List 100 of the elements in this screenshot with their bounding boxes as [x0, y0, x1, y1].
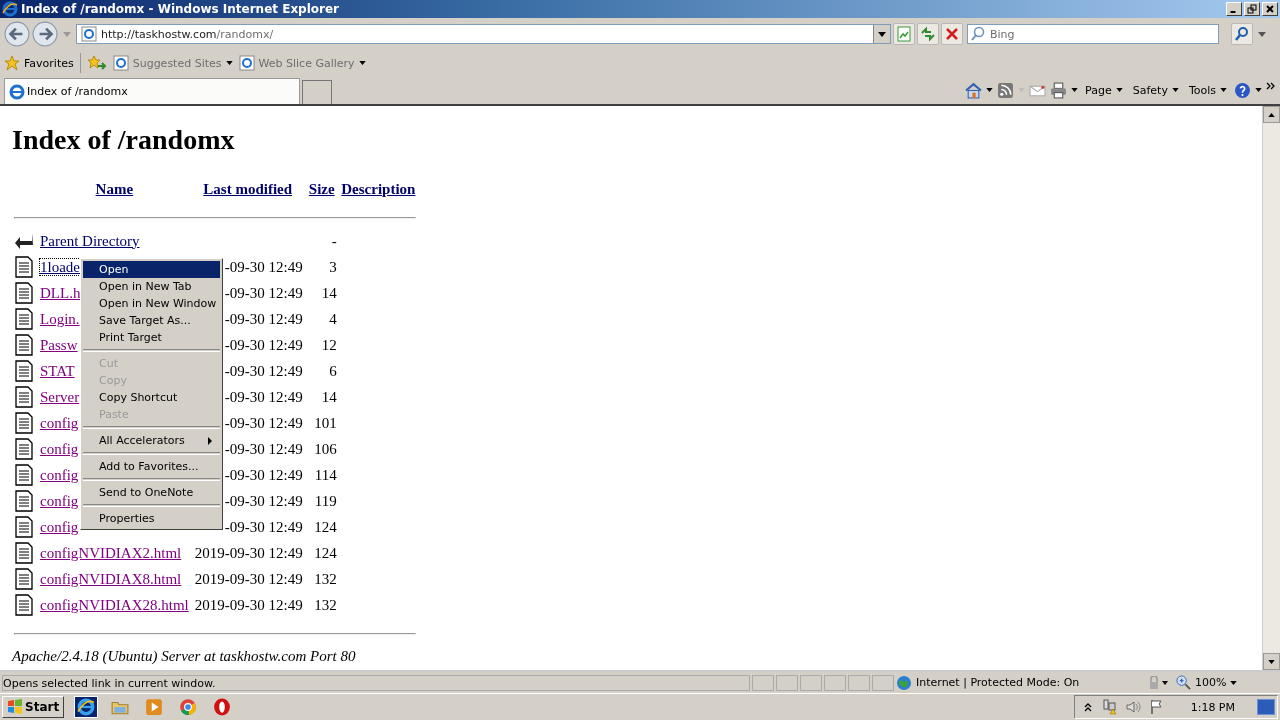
file-link[interactable]: DLL.h	[40, 284, 81, 301]
file-size: -	[331, 232, 337, 249]
browser-logo-icon	[9, 83, 25, 100]
stop-button[interactable]	[941, 23, 963, 45]
column-header-link[interactable]: Size	[308, 180, 335, 197]
menu-item[interactable]: Print Target	[83, 329, 220, 346]
document-icon	[14, 464, 34, 486]
menu-item[interactable]: Save Target As...	[83, 312, 220, 329]
browser-logo-icon	[2, 1, 18, 17]
scroll-down-button[interactable]	[1263, 653, 1280, 670]
file-link[interactable]: configNVIDIAX28.html	[40, 596, 189, 613]
menu-item[interactable]: Copy Shortcut	[83, 389, 220, 406]
minimize-button[interactable]	[1226, 2, 1242, 16]
zoom-button[interactable]: 100%	[1176, 675, 1256, 690]
modified-date: -09-30 12:49	[224, 518, 303, 535]
file-size: 14	[321, 388, 337, 405]
vertical-scrollbar[interactable]	[1262, 106, 1280, 670]
restore-button[interactable]	[1244, 2, 1260, 16]
add-favorite-icon[interactable]	[86, 55, 107, 71]
favorites-link[interactable]: Suggested Sites	[112, 55, 233, 71]
status-pane	[800, 674, 822, 691]
file-link[interactable]: config	[40, 518, 79, 535]
file-link[interactable]: config	[40, 440, 79, 457]
caret-icon[interactable]	[1255, 88, 1262, 92]
menu-item[interactable]: Open in New Tab	[83, 278, 220, 295]
speaker-icon[interactable]	[1124, 699, 1141, 715]
address-field[interactable]: http://taskhostw.com/randomx/	[76, 24, 891, 44]
security-zone: Internet | Protected Mode: On	[896, 674, 1144, 691]
media-player-icon[interactable]	[145, 698, 164, 716]
clock[interactable]: 1:18 PM	[1190, 700, 1235, 714]
globe-icon	[896, 674, 912, 691]
flag-icon[interactable]	[1148, 699, 1165, 715]
windows-flag-icon	[7, 699, 23, 715]
column-header-link[interactable]: Last modified	[203, 180, 293, 197]
column-header-link[interactable]: Description	[341, 180, 416, 197]
start-button[interactable]: Start	[2, 696, 65, 718]
caret-icon[interactable]	[986, 88, 994, 92]
caret-icon	[1220, 88, 1227, 92]
file-link[interactable]: Passw	[40, 336, 78, 353]
menu-item[interactable]: Open in New Window	[83, 295, 220, 312]
browser-tab[interactable]: Index of /randomx	[4, 78, 300, 104]
file-size: 12	[321, 336, 337, 353]
document-icon	[14, 568, 34, 590]
new-tab-button[interactable]	[302, 80, 332, 104]
modified-date: -09-30 12:49	[224, 258, 303, 275]
file-size: 124	[314, 544, 337, 561]
taskbar-button[interactable]	[74, 696, 99, 718]
browser-logo-icon	[77, 698, 96, 716]
search-icon	[970, 26, 986, 42]
caret-icon	[1115, 88, 1123, 92]
menu-item[interactable]: Send to OneNote	[83, 484, 220, 501]
search-field[interactable]: Bing	[967, 24, 1219, 44]
scroll-up-button[interactable]	[1263, 106, 1280, 123]
help-icon[interactable]	[1234, 81, 1251, 99]
file-size: 3	[329, 258, 337, 275]
page-icon	[81, 26, 97, 42]
file-link[interactable]: STAT	[40, 362, 75, 379]
file-link[interactable]: Login.	[40, 310, 80, 327]
menu-item[interactable]: All Accelerators	[83, 432, 220, 449]
menu-item[interactable]: Open	[83, 261, 220, 278]
file-link[interactable]: configNVIDIAX2.html	[40, 544, 182, 561]
forward-button[interactable]	[32, 21, 58, 47]
document-icon	[14, 360, 34, 382]
file-link[interactable]: configNVIDIAX8.html	[40, 570, 182, 587]
search-button[interactable]	[1231, 23, 1253, 45]
file-link[interactable]: Parent Directory	[40, 232, 140, 249]
command-menu[interactable]: Tools	[1188, 83, 1227, 97]
file-size: 132	[314, 596, 337, 613]
favorites-button[interactable]: Favorites	[4, 55, 74, 71]
caret-icon[interactable]	[1071, 88, 1079, 92]
back-button[interactable]	[4, 21, 30, 47]
file-link[interactable]: config	[40, 492, 79, 509]
network-warning-icon[interactable]	[1100, 699, 1117, 715]
opera-icon[interactable]	[213, 698, 232, 716]
refresh-button[interactable]	[917, 23, 939, 45]
file-link[interactable]: 1loade	[40, 258, 80, 275]
printer-icon[interactable]	[1050, 81, 1068, 99]
file-link[interactable]: config	[40, 466, 79, 483]
menu-item[interactable]: Properties	[83, 510, 220, 527]
modified-date: 2019-09-30 12:49	[194, 544, 303, 561]
close-button[interactable]	[1262, 2, 1278, 16]
star-icon	[4, 55, 20, 71]
chevron-icon[interactable]	[1266, 81, 1276, 90]
favorites-link[interactable]: Web Slice Gallery	[238, 55, 366, 71]
menu-item[interactable]: Add to Favorites...	[83, 458, 220, 475]
column-header-link[interactable]: Name	[95, 180, 134, 197]
command-menu[interactable]: Safety	[1132, 83, 1179, 97]
document-icon	[14, 282, 34, 304]
modified-date: -09-30 12:49	[224, 414, 303, 431]
feed-icon[interactable]	[997, 81, 1015, 99]
home-icon[interactable]	[965, 81, 983, 99]
status-pane	[752, 674, 774, 691]
up-arrow-icon	[1268, 112, 1275, 117]
chrome-icon[interactable]	[179, 698, 198, 716]
file-link[interactable]: config	[40, 414, 79, 431]
caret-icon	[1171, 88, 1179, 92]
dropdown-button[interactable]	[873, 25, 890, 43]
chevron-icon[interactable]	[1082, 702, 1093, 712]
command-menu[interactable]: Page	[1085, 83, 1123, 97]
file-link[interactable]: Server	[40, 388, 80, 405]
